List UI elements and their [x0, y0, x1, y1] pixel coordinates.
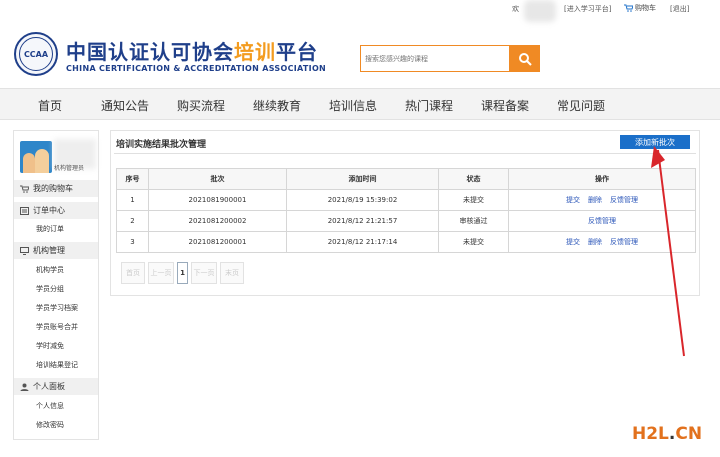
cell-status: 未提交	[438, 231, 509, 253]
sidebar-item-training-result-register[interactable]: 培训结果登记	[36, 360, 78, 370]
avatar[interactable]	[20, 141, 52, 173]
watermark-part-b: CN	[675, 424, 703, 444]
cart-label: 购物车	[635, 4, 656, 12]
cell-time: 2021/8/19 15:39:02	[286, 189, 439, 211]
pager-current[interactable]: 1	[177, 262, 188, 284]
nav-hot-courses[interactable]: 热门课程	[405, 97, 453, 114]
site-title-cn: 中国认证认可协会培训平台	[66, 36, 318, 65]
col-header-no: 序号	[116, 168, 149, 190]
sidebar-item-student-groups[interactable]: 学员分组	[36, 284, 64, 294]
sidebar-section-label: 我的购物车	[33, 184, 73, 193]
user-role-label: 机构管理员	[54, 165, 85, 172]
logo-badge-text: CCAA	[19, 37, 53, 71]
submit-link[interactable]: 提交	[566, 238, 580, 246]
col-header-time: 添加时间	[286, 168, 439, 190]
sidebar-item-account-merge[interactable]: 学员账号合并	[36, 322, 78, 332]
title-divider	[114, 153, 696, 154]
blurred-username	[524, 0, 556, 22]
site-title-tail: 平台	[276, 40, 318, 64]
cart-icon	[20, 185, 29, 193]
pager-first[interactable]: 首页	[121, 262, 145, 284]
submit-link[interactable]: 提交	[566, 196, 580, 204]
table-header-row: 序号 批次 添加时间 状态 操作	[116, 168, 696, 190]
sidebar-item-learning-records[interactable]: 学员学习档案	[36, 303, 78, 313]
main-nav: 首页 通知公告 购买流程 继续教育 培训信息 热门课程 课程备案 常见问题	[0, 88, 720, 120]
nav-purchase-flow[interactable]: 购买流程	[177, 97, 225, 114]
course-search-input[interactable]	[360, 45, 510, 72]
cell-time: 2021/8/12 21:17:14	[286, 231, 439, 253]
cell-actions: 反馈管理	[508, 210, 696, 232]
welcome-text: 欢	[512, 5, 519, 13]
nav-notices[interactable]: 通知公告	[101, 97, 149, 114]
cell-time: 2021/8/12 21:21:57	[286, 210, 439, 232]
nav-faq[interactable]: 常见问题	[557, 97, 605, 114]
site-title-highlight: 培训	[234, 40, 276, 64]
ccaa-logo-seal[interactable]: CCAA	[14, 32, 58, 76]
cell-status: 未提交	[438, 189, 509, 211]
watermark-part-a: H2L	[632, 424, 669, 444]
cell-batch: 2021081900001	[148, 189, 287, 211]
user-card: 机构管理员	[18, 137, 96, 175]
cart-icon	[624, 4, 633, 12]
sidebar-item-personal-info[interactable]: 个人信息	[36, 401, 64, 411]
logout-link[interactable]: [退出]	[670, 4, 689, 14]
site-title-en: CHINA CERTIFICATION & ACCREDITATION ASSO…	[66, 64, 327, 73]
cell-batch: 2021081200002	[148, 210, 287, 232]
sidebar-section-cart[interactable]: 我的购物车	[14, 180, 98, 197]
cell-actions: 提交 删除 反馈管理	[508, 231, 696, 253]
table-row: 1 2021081900001 2021/8/19 15:39:02 未提交 提…	[116, 189, 696, 211]
site-watermark: H2L.CN	[632, 424, 702, 444]
nav-home[interactable]: 首页	[38, 97, 62, 114]
delete-link[interactable]: 删除	[588, 196, 602, 204]
col-header-status: 状态	[438, 168, 509, 190]
cart-link[interactable]: 购物车	[624, 3, 656, 13]
page-title: 培训实施结果批次管理	[116, 140, 207, 150]
sidebar-section-org[interactable]: 机构管理	[14, 242, 98, 259]
sidebar-item-org-students[interactable]: 机构学员	[36, 265, 64, 275]
pager-next[interactable]: 下一页	[191, 262, 217, 284]
sidebar: 机构管理员 我的购物车 订单中心 我的订单 机构管理 机构学员 学员分组 学员学…	[13, 130, 99, 440]
pager-prev[interactable]: 上一页	[148, 262, 174, 284]
cell-no: 1	[116, 189, 149, 211]
site-title-main: 中国认证认可协会	[66, 40, 234, 64]
sidebar-section-orders[interactable]: 订单中心	[14, 202, 98, 219]
cell-status: 审核通过	[438, 210, 509, 232]
col-header-actions: 操作	[508, 168, 696, 190]
sidebar-section-personal[interactable]: 个人面板	[14, 378, 98, 395]
monitor-icon	[20, 246, 29, 255]
sidebar-section-label: 订单中心	[33, 206, 65, 215]
sidebar-item-my-orders[interactable]: 我的订单	[36, 224, 64, 234]
pager-last[interactable]: 末页	[220, 262, 244, 284]
sidebar-section-label: 个人面板	[33, 382, 65, 391]
order-icon	[20, 206, 29, 215]
feedback-link[interactable]: 反馈管理	[588, 217, 616, 225]
cell-batch: 2021081200001	[148, 231, 287, 253]
cell-no: 2	[116, 210, 149, 232]
cell-no: 3	[116, 231, 149, 253]
enter-platform-link[interactable]: [进入学习平台]	[564, 4, 611, 14]
search-button[interactable]	[510, 45, 540, 72]
sidebar-section-label: 机构管理	[33, 246, 65, 255]
search-icon	[519, 52, 532, 66]
batch-table: 序号 批次 添加时间 状态 操作 1 2021081900001 2021/8/…	[116, 168, 696, 253]
feedback-link[interactable]: 反馈管理	[610, 196, 638, 204]
col-header-batch: 批次	[148, 168, 287, 190]
sidebar-item-hour-waiver[interactable]: 学时减免	[36, 341, 64, 351]
batch-management-panel: 培训实施结果批次管理 添加新批次 序号 批次 添加时间 状态 操作 1 2021…	[110, 130, 700, 296]
nav-course-filing[interactable]: 课程备案	[481, 97, 529, 114]
sidebar-item-change-password[interactable]: 修改密码	[36, 420, 64, 430]
pagination: 首页 上一页 1 下一页 末页	[121, 262, 244, 286]
nav-training-info[interactable]: 培训信息	[329, 97, 377, 114]
nav-continuing-education[interactable]: 继续教育	[253, 97, 301, 114]
table-row: 3 2021081200001 2021/8/12 21:17:14 未提交 提…	[116, 231, 696, 253]
user-icon	[20, 383, 29, 391]
top-bar: 欢 [进入学习平台] 购物车 [退出]	[0, 0, 720, 22]
feedback-link[interactable]: 反馈管理	[610, 238, 638, 246]
cell-actions: 提交 删除 反馈管理	[508, 189, 696, 211]
add-batch-button[interactable]: 添加新批次	[620, 135, 690, 149]
table-row: 2 2021081200002 2021/8/12 21:21:57 审核通过 …	[116, 210, 696, 232]
delete-link[interactable]: 删除	[588, 238, 602, 246]
